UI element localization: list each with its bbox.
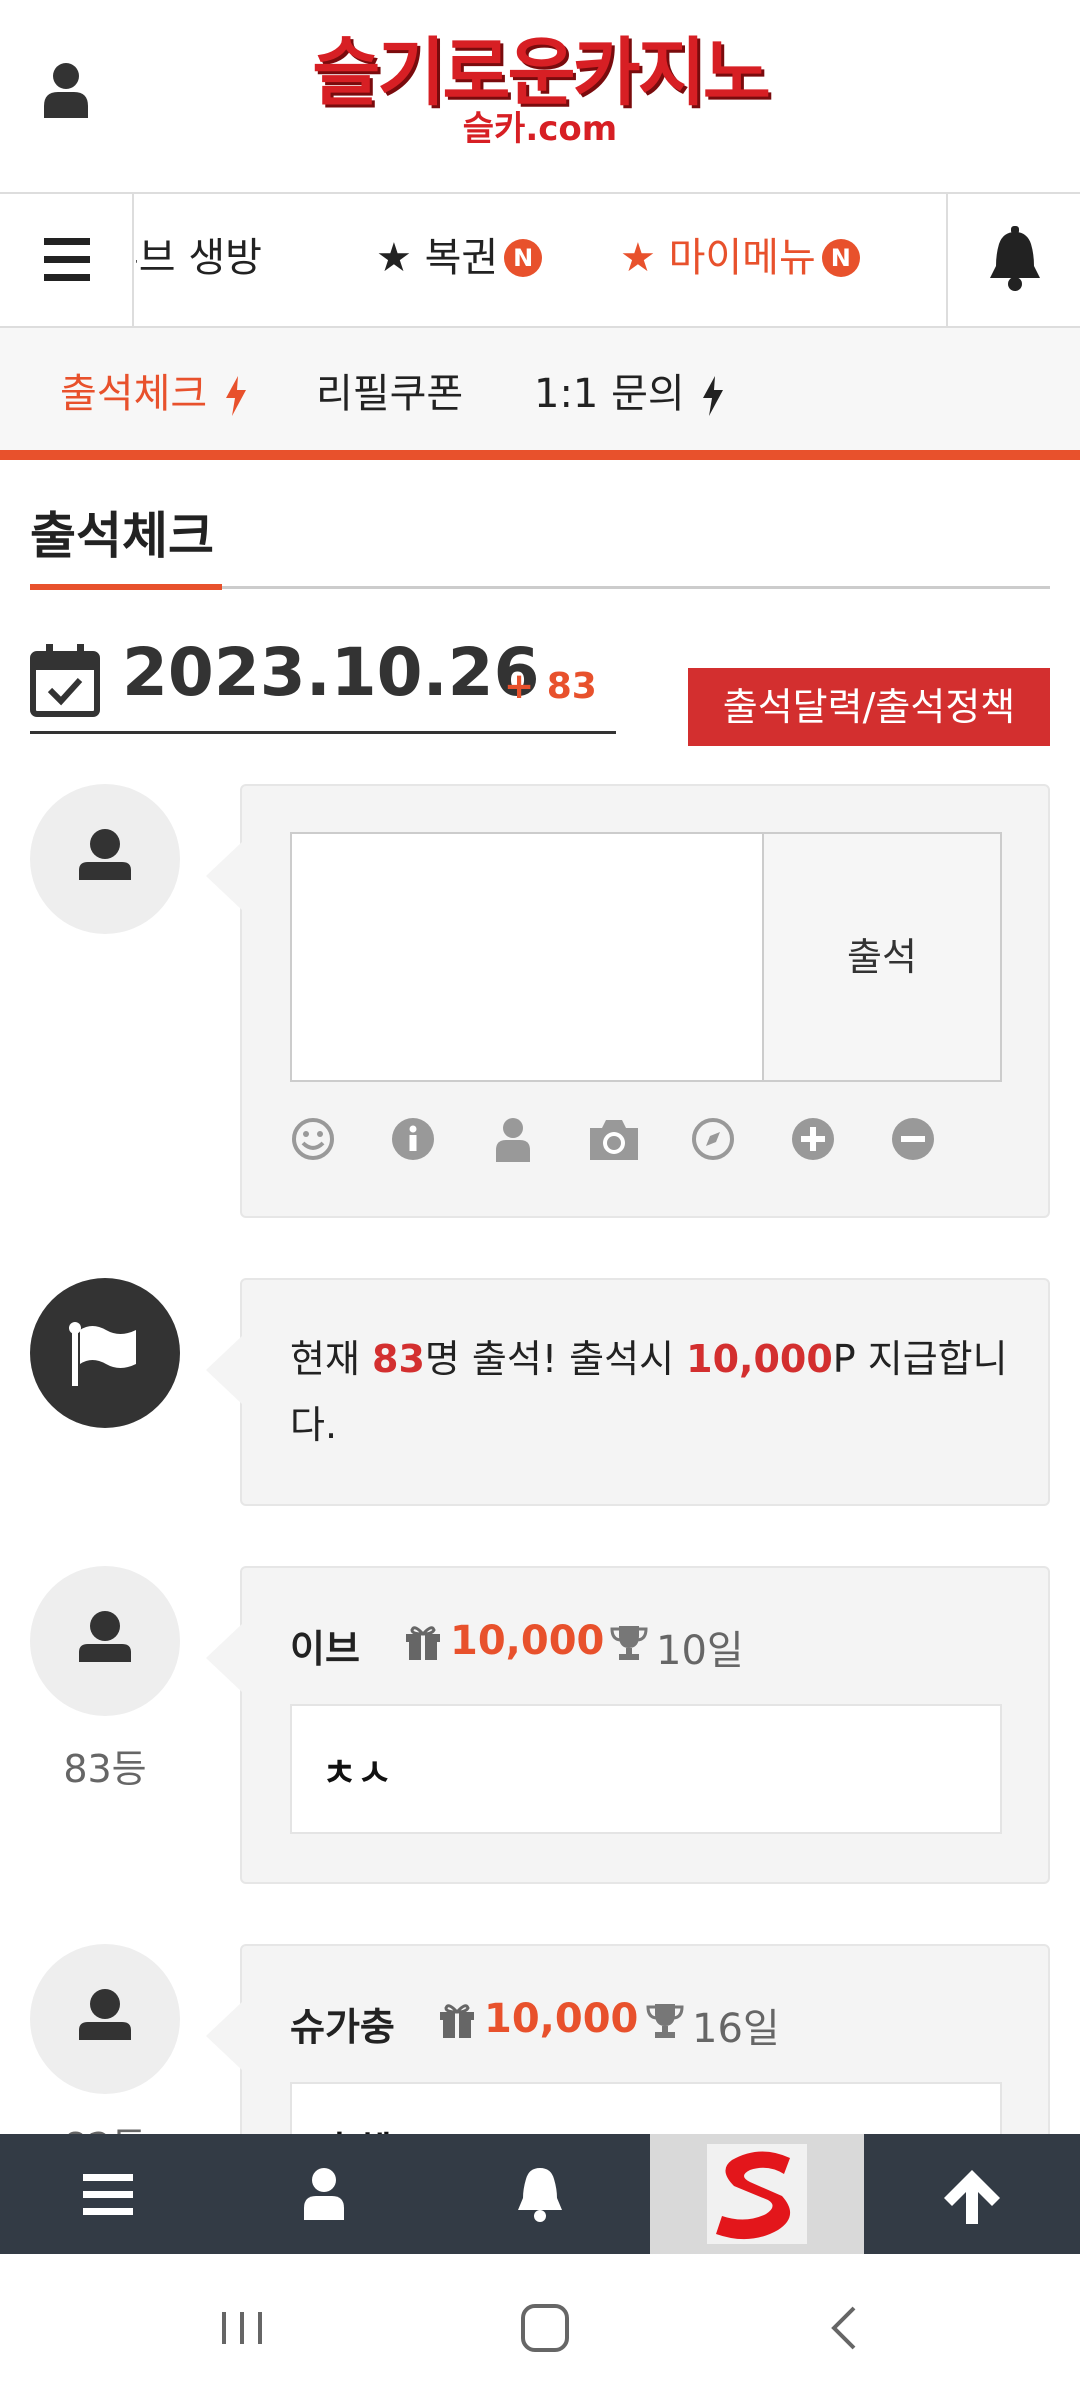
trophy-icon <box>610 1626 648 1660</box>
attendance-policy-button[interactable]: 출석달력/출석정책 <box>688 668 1050 746</box>
gift-icon <box>406 1626 440 1660</box>
date-row: 2023.10.26 + 83 <box>30 630 616 734</box>
nav-item-tube-live[interactable]: 튜브 생방 <box>136 232 262 284</box>
compose-card: 출석 <box>206 784 1050 1218</box>
calendar-check-icon <box>30 644 100 717</box>
rank-label: 83등 <box>63 1747 147 1791</box>
logo-domain: 슬카.com <box>462 109 618 149</box>
recent-apps-icon[interactable] <box>212 2298 272 2358</box>
app-logo-button[interactable] <box>650 2134 864 2254</box>
s-logo-icon <box>707 2144 807 2244</box>
notification-button[interactable] <box>946 194 1080 326</box>
attendance-comment-input[interactable] <box>290 832 764 1082</box>
user-icon <box>79 1611 131 1662</box>
smile-icon[interactable] <box>290 1116 336 1162</box>
avatar <box>30 784 180 934</box>
nav-item-lottery[interactable]: ★ 복권 N <box>376 232 543 284</box>
notice-avatar <box>30 1278 180 1428</box>
bottom-menu-button[interactable] <box>0 2134 216 2254</box>
notice-prefix: 현재 <box>290 1337 372 1381</box>
app-header: 슬기로운카지노 슬카.com <box>0 0 1080 192</box>
tab-label: 출석체크 <box>60 371 208 417</box>
user-icon <box>79 1989 131 2040</box>
lightning-icon <box>703 376 724 416</box>
camera-icon[interactable] <box>586 1116 642 1162</box>
attendance-date: 2023.10.26 <box>122 634 540 711</box>
site-logo[interactable]: 슬기로운카지노 슬카.com <box>0 36 1080 146</box>
reward-points: 10,000 <box>484 1996 639 2042</box>
nav-item-label: ★ 복권 <box>376 235 499 281</box>
attendance-days: 10일 <box>656 1628 744 1674</box>
member-name[interactable]: 슈가충 <box>290 1996 395 2051</box>
bottom-notification-button[interactable] <box>432 2134 648 2254</box>
notice-points: 10,000 <box>686 1337 833 1381</box>
bell-icon <box>990 226 1040 291</box>
entry-message: ㅊㅅ <box>290 1704 1002 1834</box>
attend-button[interactable]: 출석 <box>762 832 1002 1082</box>
hamburger-icon <box>44 238 90 281</box>
bottom-nav <box>0 2134 1080 2254</box>
member-name[interactable]: 이브 <box>290 1618 360 1673</box>
title-underline <box>30 584 222 590</box>
home-icon[interactable] <box>515 2298 575 2358</box>
lightning-icon <box>225 376 246 416</box>
user-icon <box>79 829 131 880</box>
hamburger-icon <box>83 2174 133 2215</box>
bell-icon <box>518 2168 562 2222</box>
gift-icon <box>440 2004 474 2038</box>
back-icon[interactable] <box>816 2298 876 2358</box>
trophy-icon <box>646 2004 684 2038</box>
reward-points: 10,000 <box>450 1618 605 1664</box>
notice-card: 현재 83명 출석! 출석시 10,000P 지급합니다. <box>206 1278 1050 1506</box>
new-badge: N <box>504 239 543 277</box>
notice-count: 83 <box>372 1337 425 1381</box>
notice-mid: 명 출석! 출석시 <box>424 1337 687 1381</box>
minus-circle-icon[interactable] <box>890 1116 936 1162</box>
menu-button[interactable] <box>0 194 134 326</box>
main-nav: 튜브 생방 ★ 복권N ★ 마이메뉴N <box>0 192 1080 328</box>
system-nav-bar <box>0 2254 1080 2400</box>
compass-icon[interactable] <box>690 1116 736 1162</box>
user-icon <box>304 2168 344 2220</box>
attendance-days: 16일 <box>692 2006 780 2052</box>
tab-inquiry[interactable]: 1:1 문의 <box>534 368 725 420</box>
sub-tabs: 출석체크 리필쿠폰 1:1 문의 <box>0 328 1080 460</box>
plus-circle-icon[interactable] <box>790 1116 836 1162</box>
flag-icon <box>69 1322 136 1386</box>
list-item: 이브 10,000 10일 ㅊㅅ <box>206 1566 1050 1884</box>
nav-item-mymenu[interactable]: ★ 마이메뉴 N <box>620 232 860 284</box>
bottom-profile-button[interactable] <box>216 2134 432 2254</box>
avatar[interactable] <box>30 1566 180 1716</box>
arrow-up-icon <box>944 2170 1000 2224</box>
tab-refill-coupon[interactable]: 리필쿠폰 <box>316 368 463 420</box>
logo-title: 슬기로운카지노 <box>312 30 771 116</box>
attendance-count: + 83 <box>504 666 597 707</box>
scroll-top-button[interactable] <box>864 2134 1080 2254</box>
avatar[interactable] <box>30 1944 180 2094</box>
nav-scroll-area[interactable]: 튜브 생방 ★ 복권N ★ 마이메뉴N <box>136 194 944 326</box>
tab-attendance[interactable]: 출석체크 <box>60 368 248 420</box>
tab-label: 리필쿠폰 <box>316 371 464 417</box>
user-icon[interactable] <box>490 1116 536 1162</box>
page-title: 출석체크 <box>30 507 214 565</box>
info-icon[interactable] <box>390 1116 436 1162</box>
nav-item-label: ★ 마이메뉴 <box>620 235 816 281</box>
tab-label: 1:1 문의 <box>534 371 685 417</box>
attendance-notice: 현재 83명 출석! 출석시 10,000P 지급합니다. <box>290 1326 1010 1458</box>
new-badge: N <box>821 239 860 277</box>
